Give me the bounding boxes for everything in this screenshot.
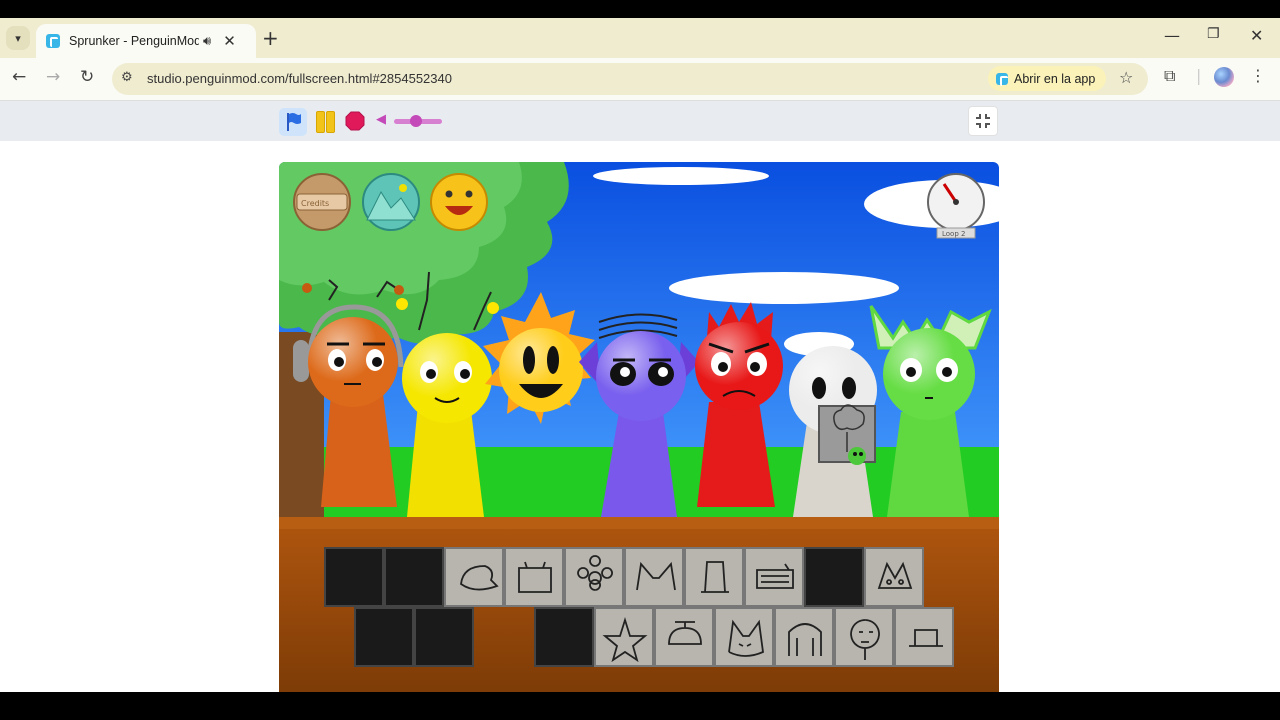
letterbox-bottom [0,692,1280,720]
empty-slot[interactable] [354,607,414,667]
game-canvas[interactable]: Credits Loop 2 [279,162,999,692]
player-controls: ◀︎ [0,101,1280,141]
face-sketch-icon[interactable] [834,607,894,667]
face-button[interactable] [430,173,488,231]
new-tab-icon[interactable]: + [262,26,279,50]
volume-knob[interactable] [410,115,422,127]
tab-title: Sprunker - PenguinMod [69,34,199,48]
empty-slot[interactable] [384,547,444,607]
flower-icon[interactable] [564,547,624,607]
credits-label: Credits [301,199,329,208]
star-icon[interactable] [594,607,654,667]
pause-button[interactable] [316,111,335,133]
hat-icon[interactable] [894,607,954,667]
radio-icon[interactable] [744,547,804,607]
volume-icon[interactable]: ◀︎ [376,112,386,127]
cap-icon[interactable] [444,547,504,607]
browser-window: ▾ Sprunker - PenguinMod 🔊︎ ✕ + — ❐ ✕ ← →… [0,18,1280,692]
bow-icon[interactable] [864,547,924,607]
back-icon[interactable]: ← [12,67,26,87]
audio-playing-icon[interactable]: 🔊︎ [203,34,211,49]
loop-label: Loop 2 [942,230,965,238]
browser-toolbar: ← → ↻ ⚙︎ studio.penguinmod.com/fullscree… [0,58,1280,101]
propeller-cap-icon[interactable] [654,607,714,667]
page-content: ◀︎ Credits Loop 2 [0,101,1280,692]
cat-ears-icon[interactable] [714,607,774,667]
green-flag-button[interactable] [279,108,307,136]
icon-slots [324,547,954,667]
game-stage[interactable]: Credits Loop 2 [279,162,999,692]
volume-slider[interactable] [394,115,442,127]
exit-fullscreen-button[interactable] [968,106,998,136]
menu-kebab-icon[interactable]: ⋮ [1250,66,1266,85]
hair-icon[interactable] [774,607,834,667]
tab-search-button[interactable]: ▾ [6,26,30,50]
close-tab-icon[interactable]: ✕ [223,32,236,50]
minimize-icon[interactable]: — [1164,26,1180,45]
background-button[interactable] [362,173,420,231]
close-window-icon[interactable]: ✕ [1250,26,1263,45]
tab-strip: ▾ Sprunker - PenguinMod 🔊︎ ✕ + — ❐ ✕ [0,18,1280,58]
forward-icon[interactable]: → [46,67,60,87]
open-in-app-button[interactable]: Abrir en la app [988,66,1106,91]
bucket-icon[interactable] [684,547,744,607]
open-in-app-label: Abrir en la app [1014,71,1096,86]
cloud [593,167,769,185]
penguinmod-app-icon [996,72,1008,86]
dirt-top-edge [279,517,999,529]
empty-slot[interactable] [804,547,864,607]
exit-fullscreen-icon [976,114,990,128]
reload-icon[interactable]: ↻ [80,67,94,87]
restore-icon[interactable]: ❐ [1207,26,1220,42]
site-info-icon[interactable]: ⚙︎ [121,70,133,85]
empty-slot[interactable] [324,547,384,607]
cloud [669,272,899,304]
ears-icon[interactable] [624,547,684,607]
url-text[interactable]: studio.penguinmod.com/fullscreen.html#28… [147,71,452,86]
extensions-icon[interactable]: ⧉ [1164,66,1175,86]
empty-slot[interactable] [414,607,474,667]
address-bar[interactable]: ⚙︎ studio.penguinmod.com/fullscreen.html… [112,63,1148,95]
empty-slot[interactable] [534,607,594,667]
box-icon[interactable] [504,547,564,607]
penguinmod-favicon-icon [46,34,60,48]
toolbar-divider: | [1196,66,1202,85]
profile-avatar-icon[interactable] [1214,67,1234,87]
stop-button[interactable] [345,111,365,131]
bookmark-star-icon[interactable]: ☆ [1119,68,1133,87]
active-tab[interactable]: Sprunker - PenguinMod 🔊︎ ✕ [36,24,256,58]
flag-icon [287,113,301,131]
stop-icon [345,111,365,131]
credits-button[interactable]: Credits [293,173,351,231]
